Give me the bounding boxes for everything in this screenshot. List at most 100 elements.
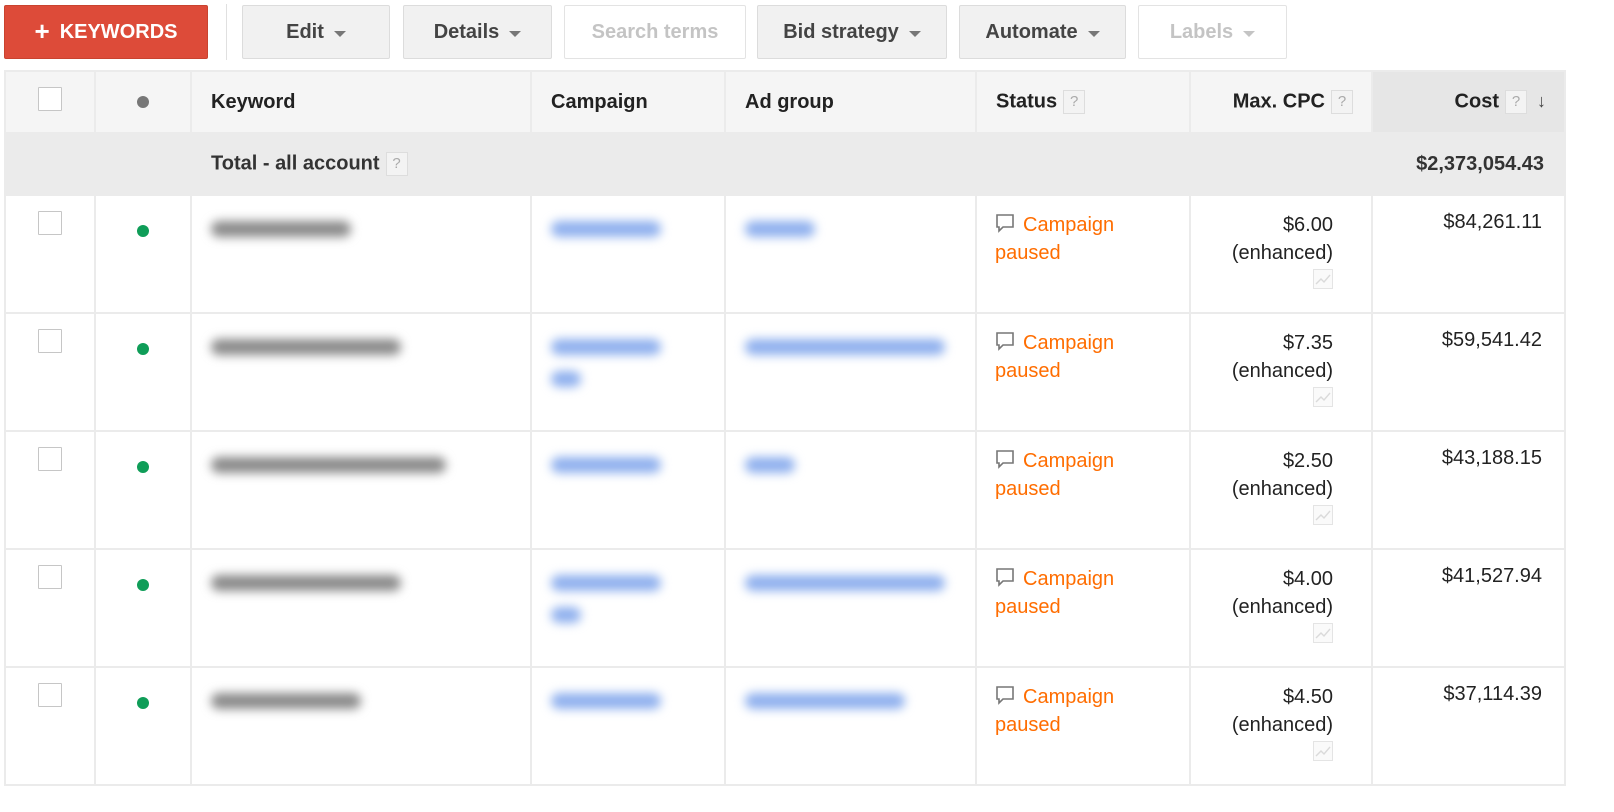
comment-icon[interactable] [995,331,1015,351]
add-keywords-label: KEYWORDS [59,20,178,43]
redacted-ad-group-link[interactable] [745,457,795,473]
redacted-keyword [211,457,446,473]
caret-down-icon [1087,30,1100,37]
bid-trend-chart-icon[interactable] [1313,505,1333,525]
search-terms-button[interactable]: Search terms [564,5,746,59]
total-row: Total - all account? $2,373,054.43 [4,132,1566,196]
edit-label: Edit [286,20,324,43]
ad-group-cell[interactable] [724,312,977,432]
max-cpc-cell[interactable]: $2.50 (enhanced) [1189,430,1373,550]
redacted-campaign-link[interactable] [551,339,661,355]
automate-dropdown-button[interactable]: Automate [959,5,1126,59]
keyword-cell[interactable] [190,312,532,432]
bid-trend-chart-icon[interactable] [1313,269,1333,289]
max-cpc-value: $4.50 [1282,686,1333,708]
bid-trend-chart-icon[interactable] [1313,623,1333,643]
column-header-campaign[interactable]: Campaign [530,70,726,134]
enabled-dot-icon [136,225,149,237]
bid-strategy-dropdown-button[interactable]: Bid strategy [757,5,947,59]
automate-label: Automate [985,20,1078,43]
keyword-header-label: Keyword [211,90,296,113]
ad-group-cell[interactable] [724,548,977,668]
bid-trend-chart-icon[interactable] [1313,387,1333,407]
column-header-max-cpc[interactable]: Max. CPC? [1189,70,1373,134]
bid-trend-chart-icon[interactable] [1313,741,1333,761]
ad-group-header-label: Ad group [745,90,834,113]
redacted-campaign-link[interactable] [551,607,581,623]
caret-down-icon [908,30,921,37]
max-cpc-cell[interactable]: $4.00 (enhanced) [1189,548,1373,668]
cost-cell: $37,114.39 [1371,666,1566,786]
redacted-campaign-link[interactable] [551,221,661,237]
row-checkbox[interactable] [37,211,62,235]
caret-down-icon [509,30,522,37]
status-cell: Campaign paused [975,430,1191,550]
redacted-keyword [211,339,401,355]
keyword-cell[interactable] [190,430,532,550]
column-header-keyword[interactable]: Keyword [190,70,532,134]
total-label-cell: Total - all account? [190,132,532,196]
labels-dropdown-button[interactable]: Labels [1138,5,1287,59]
redacted-campaign-link[interactable] [551,457,661,473]
help-icon[interactable]: ? [1505,90,1527,114]
status-cell: Campaign paused [975,548,1191,668]
campaign-cell[interactable] [530,430,726,550]
comment-icon[interactable] [995,449,1015,469]
status-dot-header[interactable] [94,70,192,134]
redacted-ad-group-link[interactable] [745,339,945,355]
comment-icon[interactable] [995,213,1015,233]
column-header-status[interactable]: Status? [975,70,1191,134]
select-all-checkbox[interactable] [38,87,62,111]
labels-label: Labels [1169,20,1234,43]
keyword-cell[interactable] [190,548,532,668]
redacted-ad-group-link[interactable] [745,575,945,591]
ad-group-cell[interactable] [724,430,977,550]
campaign-cell[interactable] [530,194,726,314]
redacted-campaign-link[interactable] [551,575,661,591]
row-checkbox[interactable] [37,565,62,589]
keywords-table: Keyword Campaign Ad group Status? Max. C… [4,70,1566,786]
redacted-keyword [211,693,361,709]
row-status-dot-cell [94,194,192,314]
help-icon[interactable]: ? [385,152,408,176]
keyword-cell[interactable] [190,666,532,786]
row-checkbox[interactable] [37,329,62,353]
status-text: Campaign [1023,214,1115,236]
redacted-ad-group-link[interactable] [745,221,815,237]
redacted-campaign-link[interactable] [551,371,581,387]
cost-cell: $84,261.11 [1371,194,1566,314]
column-header-ad-group[interactable]: Ad group [724,70,977,134]
total-empty-cell [975,132,1191,196]
column-header-cost[interactable]: Cost? ↓ [1371,70,1566,134]
enabled-dot-icon [136,697,149,709]
keyword-cell[interactable] [190,194,532,314]
ad-group-cell[interactable] [724,194,977,314]
comment-icon[interactable] [995,567,1015,587]
max-cpc-cell[interactable]: $6.00 (enhanced) [1189,194,1373,314]
comment-icon[interactable] [995,685,1015,705]
campaign-cell[interactable] [530,312,726,432]
edit-dropdown-button[interactable]: Edit [242,5,390,59]
help-icon[interactable]: ? [1331,90,1353,114]
max-cpc-value: $4.00 [1282,568,1333,590]
redacted-ad-group-link[interactable] [745,693,905,709]
total-cost: $2,373,054.43 [1371,132,1566,196]
campaign-cell[interactable] [530,666,726,786]
max-cpc-cell[interactable]: $7.35 (enhanced) [1189,312,1373,432]
row-checkbox[interactable] [37,447,62,471]
max-cpc-value: $6.00 [1282,214,1333,236]
total-empty-cell [530,132,726,196]
details-dropdown-button[interactable]: Details [403,5,552,59]
table-row: Campaign paused $7.35 (enhanced) $59,541.4… [4,312,1566,432]
ad-group-cell[interactable] [724,666,977,786]
help-icon[interactable]: ? [1063,90,1086,114]
add-keywords-button[interactable]: + KEYWORDS [4,5,208,59]
row-select-cell [4,548,96,668]
redacted-campaign-link[interactable] [551,693,661,709]
toolbar-divider [226,4,227,60]
total-empty-cell [94,132,192,196]
campaign-cell[interactable] [530,548,726,668]
max-cpc-cell[interactable]: $4.50 (enhanced) [1189,666,1373,786]
row-checkbox[interactable] [37,683,62,707]
table-row: Campaign paused $2.50 (enhanced) $43,188.1… [4,430,1566,550]
